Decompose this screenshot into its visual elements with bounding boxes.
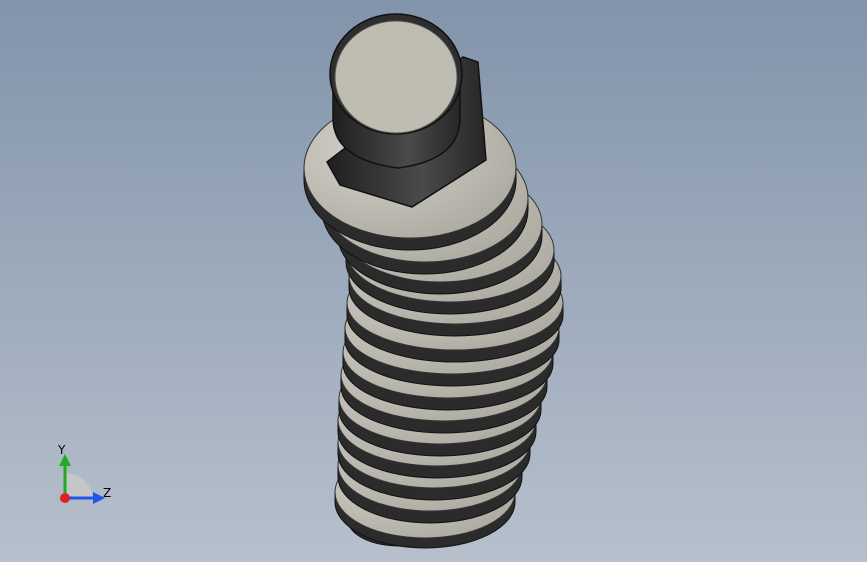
- bolt-head-face: [334, 20, 458, 134]
- axis-triad[interactable]: Y Z: [40, 440, 120, 510]
- view-rotation-arc-icon: [65, 473, 92, 498]
- 3d-viewport[interactable]: Y Z: [0, 0, 867, 562]
- y-axis-label: Y: [57, 443, 66, 457]
- origin-icon: [60, 493, 70, 503]
- 3d-model[interactable]: [0, 0, 867, 562]
- z-axis-label: Z: [103, 486, 111, 500]
